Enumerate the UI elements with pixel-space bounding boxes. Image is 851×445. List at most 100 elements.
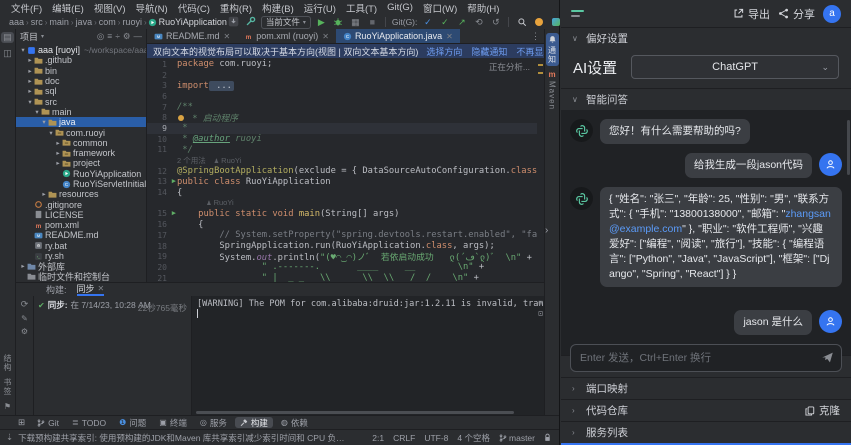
tree-item-.github[interactable]: ▸.github: [16, 55, 146, 65]
tree-item-project[interactable]: ▸project: [16, 158, 146, 168]
build-tab-sync[interactable]: 同步✕: [77, 283, 105, 296]
code-line[interactable]: 13▶public class RuoYiApplication: [147, 177, 544, 188]
toolwindow-git-button[interactable]: Git: [32, 417, 64, 428]
tree-item--[interactable]: ▸外部库: [16, 261, 146, 271]
chat-bubble[interactable]: jason 是什么: [734, 310, 812, 335]
chevron-down-icon[interactable]: ▾: [47, 129, 55, 137]
menu-item[interactable]: 构建(B): [257, 1, 299, 15]
code-line[interactable]: 14{: [147, 187, 544, 198]
code-line[interactable]: 1package com.ruoyi;: [147, 59, 544, 70]
git-commit-icon[interactable]: ✓: [438, 16, 451, 28]
chevron-right-icon[interactable]: ▸: [54, 159, 62, 167]
tree-item-doc[interactable]: ▸doc: [16, 76, 146, 86]
export-button[interactable]: 导出: [733, 6, 770, 22]
tree-item--[interactable]: 临时文件和控制台: [16, 272, 146, 282]
code-line[interactable]: 21 " | _ _ \\ \\ \\ / / \n" +: [147, 273, 544, 282]
toolwindow-services-button[interactable]: ◎服务: [195, 417, 232, 428]
chevron-right-icon[interactable]: ▸: [19, 262, 27, 270]
chat-bubble[interactable]: { "姓名": "张三", "年龄": 25, "性别": "男", "联系方式…: [600, 187, 842, 287]
code-line[interactable]: 19 System.out.println("(♥◠‿◠)ノﾞ 若依启动成功 ლ…: [147, 251, 544, 262]
chevron-right-icon[interactable]: ▸: [40, 190, 48, 198]
refresh-icon[interactable]: ⟳: [21, 299, 29, 310]
chevron-right-icon[interactable]: ▸: [54, 139, 62, 147]
menu-item[interactable]: 文件(F): [6, 1, 47, 15]
model-select[interactable]: ChatGPT ⌄: [631, 55, 839, 79]
chevron-down-icon[interactable]: ▾: [33, 108, 41, 116]
locate-icon[interactable]: ◎: [97, 31, 104, 42]
chevron-right-icon[interactable]: ▸: [26, 77, 34, 85]
git-rollback-icon[interactable]: ↺: [489, 16, 502, 28]
build-sync-tree[interactable]: ✔ 同步: 在 7/14/23, 10:28 AM 22秒765毫秒: [34, 296, 192, 415]
tree-item-ruoyiservletinitiali[interactable]: CRuoYiServletInitiali: [16, 179, 146, 189]
run-gutter-icon[interactable]: ▶: [172, 177, 176, 185]
search-icon[interactable]: [515, 16, 528, 29]
wrench-icon[interactable]: [244, 15, 257, 29]
options-icon[interactable]: ≡: [107, 31, 112, 42]
close-icon[interactable]: ✕: [98, 284, 105, 293]
code-line[interactable]: 16 {: [147, 219, 544, 230]
code-line[interactable]: 2 个用法RuoYi: [147, 155, 544, 166]
bookmarks-tool-button[interactable]: 书签: [2, 378, 13, 396]
breadcrumb-item[interactable]: com: [98, 17, 117, 27]
toolwindow-problems-button[interactable]: ❶问题: [114, 417, 151, 428]
maven-tool-button[interactable]: m Maven: [548, 70, 557, 110]
run-gutter-icon[interactable]: ▶: [172, 209, 176, 217]
line-separator[interactable]: CRLF: [393, 433, 415, 443]
tree-item-com.ruoyi[interactable]: ▾com.ruoyi: [16, 127, 146, 137]
chevron-right-icon[interactable]: ▸: [54, 149, 62, 157]
indent-setting[interactable]: 4 个空格: [457, 432, 490, 444]
breadcrumb-item[interactable]: ruoyi: [121, 17, 143, 27]
tree-item-common[interactable]: ▸common: [16, 138, 146, 148]
section-端口映射[interactable]: ›端口映射: [561, 377, 851, 399]
menu-item[interactable]: 编辑(E): [47, 1, 89, 15]
menu-item[interactable]: 工具(T): [341, 1, 382, 15]
menu-item[interactable]: 视图(V): [89, 1, 131, 15]
clone-button[interactable]: 克隆: [805, 403, 840, 418]
menu-item[interactable]: 重构(R): [215, 1, 257, 15]
jdk-icon[interactable]: [227, 15, 240, 29]
git-branch-widget[interactable]: master: [499, 433, 535, 443]
tree-item-ry.sh[interactable]: ›_ry.sh: [16, 251, 146, 261]
code-line[interactable]: RuoYi: [147, 198, 544, 209]
tree-item-bin[interactable]: ▸bin: [16, 66, 146, 76]
code-line[interactable]: 8 * 启动程序: [147, 112, 544, 123]
tree-item-java[interactable]: ▾java: [16, 117, 146, 127]
code-line[interactable]: 6: [147, 91, 544, 102]
console-hscrollbar[interactable]: [196, 411, 514, 414]
project-panel-title[interactable]: 项目: [20, 30, 38, 43]
hide-icon[interactable]: —: [134, 31, 143, 42]
tree-item-resources[interactable]: ▸resources: [16, 189, 146, 199]
banner-action[interactable]: 不再显示: [516, 45, 544, 58]
qa-section-header[interactable]: ∨ 智能问答: [561, 88, 851, 110]
tree-item-license[interactable]: LICENSE: [16, 210, 146, 220]
section-代码仓库[interactable]: ›代码仓库克隆: [561, 399, 851, 421]
chevron-down-icon[interactable]: ▾: [26, 98, 34, 106]
collapse-icon[interactable]: ÷: [115, 31, 120, 42]
project-tool-button[interactable]: ▤: [1, 32, 14, 43]
share-button[interactable]: 分享: [778, 6, 815, 22]
chat-bubble[interactable]: 您好！有什么需要帮助的吗?: [600, 119, 750, 144]
tab-ruoyiapplication.java[interactable]: CRuoYiApplication.java✕: [336, 29, 460, 43]
editor-error-stripe[interactable]: [537, 58, 544, 282]
file-encoding[interactable]: UTF-8: [424, 433, 448, 443]
tab-pom.xml-ruoyi-[interactable]: mpom.xml (ruoyi)✕: [237, 29, 336, 43]
menu-item[interactable]: 窗口(W): [418, 1, 462, 15]
breadcrumb-current-file[interactable]: RuoYiApplication: [148, 17, 227, 27]
code-line[interactable]: 11 */: [147, 145, 544, 156]
menu-item[interactable]: 运行(U): [299, 1, 341, 15]
tree-item-ruoyiapplication[interactable]: RuoYiApplication: [16, 169, 146, 179]
tree-item-ry.bat[interactable]: ⚙ry.bat: [16, 241, 146, 251]
code-editor[interactable]: 正在分析... 1package com.ruoyi;23import ...6…: [147, 58, 544, 282]
menu-item[interactable]: Git(G): [382, 2, 418, 13]
status-message[interactable]: 下载预构建共享索引: 使用预构建的JDK和Maven 库共享索引减少索引时间和 …: [18, 432, 348, 444]
code-line[interactable]: 15▶ public static void main(String[] arg…: [147, 209, 544, 220]
stop-icon[interactable]: ■: [366, 16, 379, 28]
tree-item-src[interactable]: ▾src: [16, 96, 146, 106]
coverage-icon[interactable]: ▦: [349, 16, 362, 28]
breadcrumb-item[interactable]: java: [75, 17, 94, 27]
toolwindow-todo-button[interactable]: ≣TODO: [67, 417, 111, 428]
settings-icon[interactable]: ⚙: [123, 31, 131, 42]
menu-item[interactable]: 帮助(H): [462, 1, 504, 15]
git-update-icon[interactable]: ✓: [421, 16, 434, 28]
caret-position[interactable]: 2:1: [372, 433, 384, 443]
